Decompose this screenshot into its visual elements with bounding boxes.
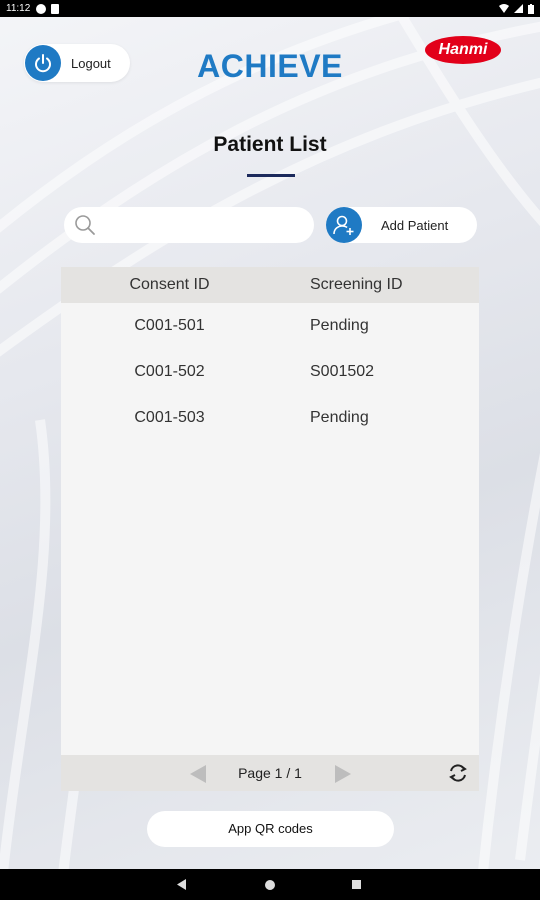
search-box[interactable]: [64, 207, 314, 243]
home-icon[interactable]: [265, 880, 275, 890]
app-qr-codes-button[interactable]: App QR codes: [147, 811, 394, 847]
refresh-icon[interactable]: [447, 762, 469, 784]
back-icon[interactable]: [177, 879, 187, 890]
table-row[interactable]: C001-503 Pending: [61, 395, 479, 441]
brand-logo-text: Hanmi: [438, 41, 488, 58]
navigation-bar: [0, 869, 540, 900]
prev-arrow-icon[interactable]: [189, 764, 207, 784]
notification-icon: [36, 3, 47, 14]
table-header: Consent ID Screening ID: [61, 267, 479, 303]
search-icon: [75, 215, 95, 235]
screening-id-cell: Pending: [310, 409, 369, 426]
next-arrow-icon[interactable]: [334, 764, 352, 784]
logout-label: Logout: [71, 55, 111, 71]
add-user-icon: [326, 207, 362, 243]
recents-icon[interactable]: [352, 880, 361, 889]
sd-card-icon: [51, 3, 60, 14]
add-patient-button[interactable]: Add Patient: [326, 207, 477, 243]
title-underline: [247, 174, 295, 177]
add-patient-label: Add Patient: [381, 217, 449, 233]
consent-id-cell: C001-501: [134, 317, 205, 334]
signal-icon: [514, 4, 523, 13]
consent-id-cell: C001-502: [134, 363, 205, 380]
page-title: Patient List: [213, 133, 327, 156]
status-bar: 11:12: [0, 0, 540, 17]
app-title: ACHIEVE: [197, 48, 343, 84]
status-time: 11:12: [6, 3, 31, 14]
consent-id-cell: C001-503: [134, 409, 205, 426]
table-row[interactable]: C001-501 Pending: [61, 303, 479, 349]
page-indicator: Page 1 / 1: [238, 765, 302, 781]
search-input[interactable]: [102, 217, 302, 233]
patient-table: Consent ID Screening ID C001-501 Pending…: [61, 267, 479, 791]
power-icon: [25, 45, 61, 81]
pagination-bar: Page 1 / 1: [61, 755, 479, 791]
wifi-icon: [499, 4, 509, 13]
screening-id-cell: S001502: [310, 363, 375, 380]
column-header-screening-id: Screening ID: [310, 276, 403, 293]
brand-logo: Hanmi: [425, 36, 501, 64]
screening-id-cell: Pending: [310, 317, 369, 334]
column-header-consent-id: Consent ID: [129, 276, 210, 293]
battery-icon: [528, 3, 534, 14]
logout-button[interactable]: Logout: [24, 44, 130, 82]
table-row[interactable]: C001-502 S001502: [61, 349, 479, 395]
